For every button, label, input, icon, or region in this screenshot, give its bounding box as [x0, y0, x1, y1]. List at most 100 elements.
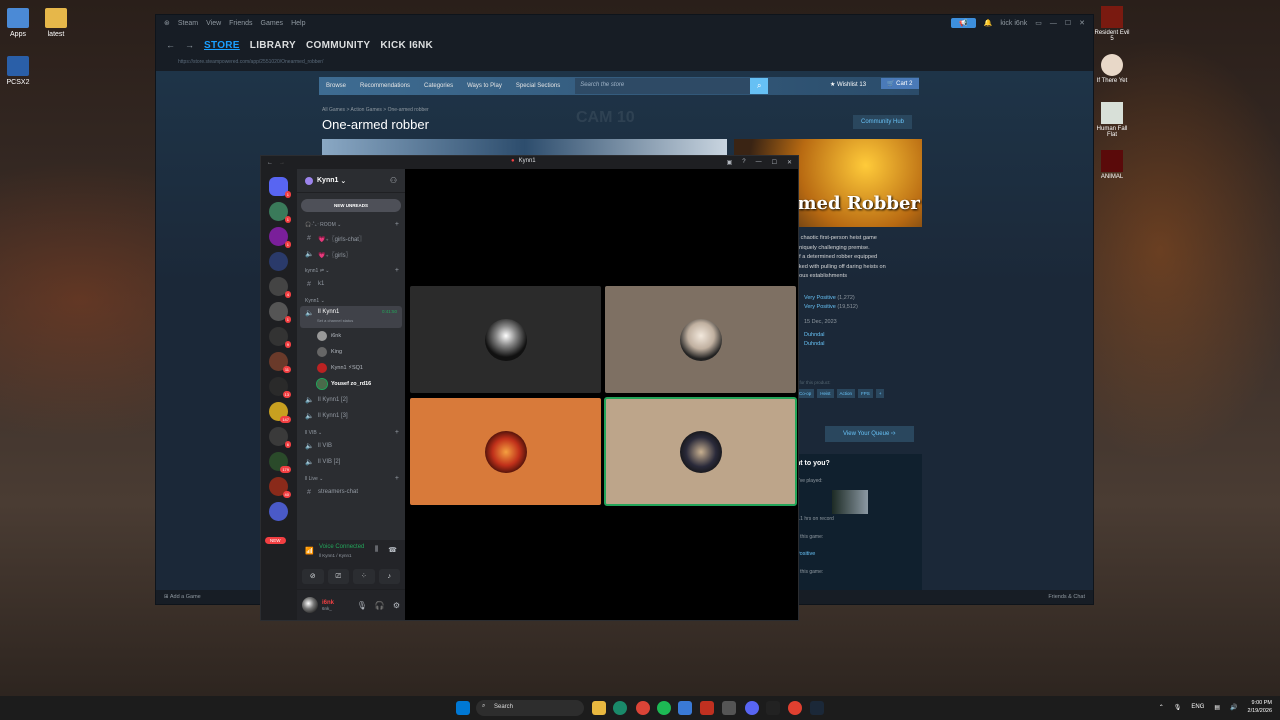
server-icon[interactable]: 1 — [269, 302, 291, 323]
cart-button[interactable]: 🛒 Cart 2 — [881, 78, 919, 89]
channel-girls-voice[interactable]: 🔈 💗₊〖girls〗 — [297, 246, 405, 262]
voice-channel[interactable]: 🔈 ll VIB — [297, 438, 405, 454]
network-icon[interactable]: ▤ — [1214, 704, 1220, 711]
server-icon[interactable]: 13 — [269, 377, 291, 398]
desktop-icon-human-fall-flat[interactable]: Human Fall Flat — [1094, 102, 1130, 138]
new-unreads-button[interactable]: NEW UNREADS — [301, 199, 401, 212]
maximize-icon[interactable]: ☐ — [772, 159, 777, 166]
friends-chat-button[interactable]: Friends & Chat — [1048, 594, 1085, 600]
discord-taskbar-icon[interactable] — [745, 701, 759, 715]
taskbar-search[interactable]: ⌕ Search — [476, 700, 584, 716]
voice-user[interactable]: i6nk — [297, 328, 405, 344]
view-queue-button[interactable]: View Your Queue ➩ — [825, 426, 914, 442]
voice-status[interactable]: Voice Connected — [319, 544, 364, 550]
community-hub-button[interactable]: Community Hub — [853, 115, 913, 129]
volume-icon[interactable]: 🔊 — [1230, 704, 1237, 711]
store-search-input[interactable]: Search the store — [575, 78, 751, 94]
recent-reviews[interactable]: Very Positive (1,272) — [804, 294, 858, 303]
category-header[interactable]: ll Live ⌄ + — [297, 470, 405, 484]
wishlist-link[interactable]: ★ Wishlist 13 — [830, 81, 866, 88]
played-game-thumbnail[interactable] — [832, 490, 868, 514]
tag[interactable]: + — [875, 389, 885, 398]
screen-share-button[interactable]: ⎚ — [327, 569, 349, 584]
back-arrow-icon[interactable]: ← — [166, 40, 175, 50]
breadcrumb[interactable]: All Games > Action Games > One-armed rob… — [322, 107, 429, 113]
steam-menu-view[interactable]: View — [206, 20, 221, 27]
voice-channel[interactable]: 🔈 ll VIB [2] — [297, 454, 405, 470]
start-windows-icon[interactable] — [456, 701, 470, 715]
channel-streamers-chat[interactable]: # streamers-chat — [297, 484, 405, 500]
tag[interactable]: Action — [836, 389, 856, 398]
clock[interactable]: 9:00 PM 2/19/2026 — [1248, 699, 1272, 715]
chevron-up-icon[interactable]: ⌃ — [1159, 704, 1164, 711]
close-icon[interactable]: ✕ — [787, 159, 792, 166]
channel-girls-chat[interactable]: # 💗₊〖girls-chat〗 — [297, 230, 405, 246]
activities-button[interactable]: ⁘ — [353, 569, 375, 584]
signal-icon[interactable]: 📶 — [305, 547, 314, 555]
active-voice-channel[interactable]: 🔈 ll Kynn1 0:41:50 Set a channel status — [300, 306, 402, 328]
steam-menu-friends[interactable]: Friends — [229, 20, 252, 27]
back-arrow-icon[interactable]: ← — [267, 160, 273, 166]
category-header[interactable]: kynn1 ⇌ ⌄ + — [297, 262, 405, 276]
voice-channel-path[interactable]: ll Kynn1 / Kynn1 — [319, 553, 352, 558]
desktop-icon-latest[interactable]: latest — [34, 8, 78, 38]
server-icon[interactable] — [269, 252, 288, 271]
server-icon[interactable]: 147 — [269, 402, 291, 423]
disconnect-icon[interactable]: ☎ — [388, 546, 397, 554]
nav-profile[interactable]: KICK I6NK — [380, 40, 433, 51]
desktop-icon-animal[interactable]: ANIMAL — [1094, 150, 1130, 180]
screen-icon[interactable]: ▣ — [727, 159, 733, 166]
discord-home-icon[interactable]: 1 — [269, 177, 291, 198]
notifications-icon[interactable]: 🔔 — [984, 19, 993, 27]
channel-k1[interactable]: # k1 — [297, 276, 405, 292]
menu-categories[interactable]: Categories — [417, 83, 460, 89]
headphones-icon[interactable]: 🎧 — [375, 601, 385, 610]
forward-arrow-icon[interactable]: → — [279, 160, 285, 166]
url-bar[interactable]: https://store.steampowered.com/app/25510… — [156, 59, 1093, 71]
app-icon[interactable] — [678, 701, 692, 715]
all-reviews[interactable]: Very Positive (19,512) — [804, 303, 858, 312]
new-unreads-pill[interactable]: NEW — [265, 537, 286, 544]
minimize-icon[interactable]: — — [756, 159, 762, 166]
steam-menu-help[interactable]: Help — [291, 20, 305, 27]
chrome-icon[interactable] — [636, 701, 650, 715]
microphone-icon[interactable]: 🎙 — [1174, 704, 1182, 711]
category-header[interactable]: ll VIB ⌄ + — [297, 424, 405, 438]
maximize-icon[interactable]: ☐ — [1065, 19, 1071, 27]
close-icon[interactable]: ✕ — [1079, 19, 1085, 27]
menu-browse[interactable]: Browse — [319, 83, 353, 89]
participant-tile[interactable] — [410, 398, 601, 505]
add-game-button[interactable]: ⊞ Add a Game — [164, 594, 201, 600]
app-icon[interactable] — [722, 701, 736, 715]
nav-store[interactable]: STORE — [204, 40, 240, 51]
soundboard-button[interactable]: ♪ — [378, 569, 400, 584]
steam-menu-games[interactable]: Games — [261, 20, 284, 27]
server-icon[interactable]: 6 — [269, 427, 291, 448]
search-icon[interactable]: ⌕ — [750, 78, 769, 94]
settings-gear-icon[interactable]: ⚙ — [393, 601, 400, 610]
big-picture-icon[interactable]: ▭ — [1035, 19, 1042, 27]
minimize-icon[interactable]: — — [1050, 20, 1057, 27]
voice-channel[interactable]: 🔈 ll Kynn1 [3] — [297, 408, 405, 424]
developer-link[interactable]: Duhndal — [804, 331, 825, 340]
spotify-icon[interactable] — [657, 701, 671, 715]
menu-special-sections[interactable]: Special Sections — [509, 83, 567, 89]
file-explorer-icon[interactable] — [592, 701, 606, 715]
server-icon[interactable]: 179 — [269, 452, 291, 473]
voice-user[interactable]: Kynn1 ⚡SQ1 — [297, 360, 405, 376]
server-icon[interactable] — [269, 502, 288, 521]
category-header[interactable]: 🎧·˚₊‧ ROOM ⌄ + — [297, 216, 405, 230]
voice-user[interactable]: Yousef zo_rd16 — [297, 376, 405, 392]
server-icon[interactable]: 11 — [269, 352, 291, 373]
voice-user[interactable]: King — [297, 344, 405, 360]
desktop-icon-if-there-yet[interactable]: If There Yet — [1094, 54, 1130, 84]
steam-taskbar-icon[interactable] — [810, 701, 824, 715]
nav-community[interactable]: COMMUNITY — [306, 40, 370, 51]
participant-tile-speaking[interactable] — [604, 397, 797, 506]
tag[interactable]: FPS — [858, 389, 873, 398]
steam-menu-steam[interactable]: Steam — [178, 20, 198, 27]
category-header[interactable]: Kynn1 ⌄ — [297, 292, 405, 306]
desktop-icon-pcsx2[interactable]: PCSX2 — [0, 56, 40, 86]
menu-recommendations[interactable]: Recommendations — [353, 83, 417, 89]
server-icon[interactable]: 4 — [269, 277, 291, 298]
